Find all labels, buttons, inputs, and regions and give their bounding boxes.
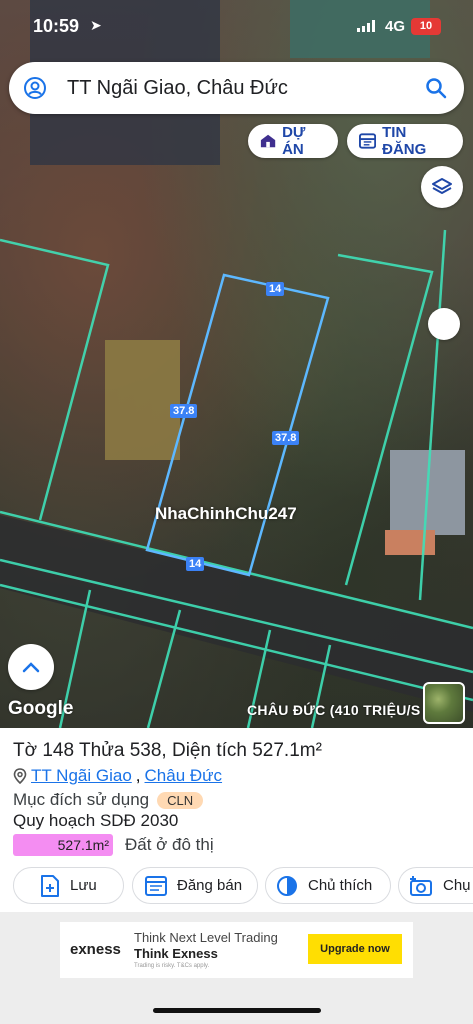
- project-chip-label: DỰ ÁN: [282, 124, 306, 158]
- layers-icon: [432, 178, 452, 194]
- legend-label: Chủ thích: [308, 877, 373, 894]
- search-icon[interactable]: [425, 77, 447, 99]
- plan-area-bar: 527.1m²: [13, 834, 113, 856]
- dimension-top: 14: [266, 282, 285, 296]
- parcel-title: Tờ 148 Thửa 538, Diện tích 527.1m²: [13, 740, 322, 761]
- parcel-location: TT Ngãi Giao, Châu Đức: [13, 766, 222, 786]
- location-town-link[interactable]: TT Ngãi Giao: [31, 766, 132, 786]
- action-bar: Lưu Đăng bán Chủ thích Chụ: [0, 867, 473, 905]
- add-photo-icon: [410, 875, 432, 896]
- contrast-icon: [277, 875, 297, 896]
- ad-banner[interactable]: exness Think Next Level Trading Think Ex…: [0, 912, 473, 1024]
- google-logo: Google: [8, 698, 74, 719]
- location-separator: ,: [135, 766, 141, 785]
- listings-chip[interactable]: TIN ĐĂNG: [347, 124, 463, 158]
- plan-type: Đất ở đô thị: [125, 835, 214, 854]
- location-pin-icon: [13, 768, 27, 784]
- listing-icon: [359, 133, 377, 149]
- user-icon[interactable]: [23, 76, 47, 100]
- home-indicator[interactable]: [153, 1008, 321, 1013]
- search-title: TT Ngãi Giao, Châu Đức: [67, 77, 288, 99]
- listing-form-icon: [145, 875, 167, 896]
- dimension-left: 37.8: [170, 404, 198, 418]
- location-arrow-icon: ➤: [90, 17, 102, 33]
- add-document-icon: [41, 874, 59, 897]
- post-button[interactable]: Đăng bán: [132, 867, 258, 904]
- project-chip[interactable]: DỰ ÁN: [248, 124, 338, 158]
- purpose-label: Mục đích sử dụng: [13, 790, 150, 809]
- upgrade-button[interactable]: Upgrade now: [308, 934, 402, 964]
- location-district-link[interactable]: Châu Đức: [145, 766, 223, 786]
- map-view[interactable]: 14 37.8 37.8 14 NhaChinhChu247 10:59 ➤ 4…: [0, 0, 473, 728]
- area-price-label[interactable]: CHÂU ĐỨC (410 TRIỆU/S: [247, 702, 425, 718]
- plan-label: Quy hoạch SDĐ 2030: [13, 811, 179, 830]
- parcel-info-panel: Tờ 148 Thửa 538, Diện tích 527.1m² TT Ng…: [0, 728, 473, 912]
- save-button[interactable]: Lưu: [13, 867, 124, 904]
- search-bar[interactable]: TT Ngãi Giao, Châu Đức: [9, 62, 464, 114]
- ad-disclaimer: Trading is risky. T&Cs apply.: [134, 963, 210, 969]
- satellite-thumbnail[interactable]: [423, 682, 465, 724]
- ad-subheadline: Think Exness: [134, 946, 218, 961]
- map-slider-handle[interactable]: [428, 308, 460, 340]
- ad-headline: Think Next Level Trading: [134, 930, 278, 945]
- building-icon: [260, 134, 276, 148]
- ad-brand: exness: [70, 941, 121, 958]
- dimension-right: 37.8: [272, 431, 300, 445]
- legend-button[interactable]: Chủ thích: [265, 867, 391, 904]
- layers-button[interactable]: [421, 166, 463, 208]
- ad-card[interactable]: exness Think Next Level Trading Think Ex…: [60, 922, 413, 978]
- signal-icon: [357, 20, 375, 32]
- status-time: 10:59: [33, 16, 80, 36]
- listings-chip-label: TIN ĐĂNG: [382, 124, 427, 158]
- watermark: NhaChinhChu247: [155, 504, 297, 523]
- network-type: 4G: [385, 18, 406, 35]
- purpose-badge: CLN: [157, 791, 204, 809]
- save-label: Lưu: [70, 877, 97, 894]
- land-purpose-row: Mục đích sử dụng CLN: [13, 790, 204, 810]
- battery-indicator: 10: [411, 18, 441, 35]
- dimension-bottom: 14: [186, 557, 205, 571]
- photo-button[interactable]: Chụ: [398, 867, 473, 904]
- photo-label: Chụ: [443, 877, 471, 894]
- post-label: Đăng bán: [177, 877, 243, 894]
- expand-up-button[interactable]: [8, 644, 54, 690]
- plan-row: 527.1m² Đất ở đô thị: [13, 834, 214, 856]
- status-bar: 10:59 ➤ 4G 10: [0, 0, 473, 52]
- chevron-up-icon: [22, 662, 40, 673]
